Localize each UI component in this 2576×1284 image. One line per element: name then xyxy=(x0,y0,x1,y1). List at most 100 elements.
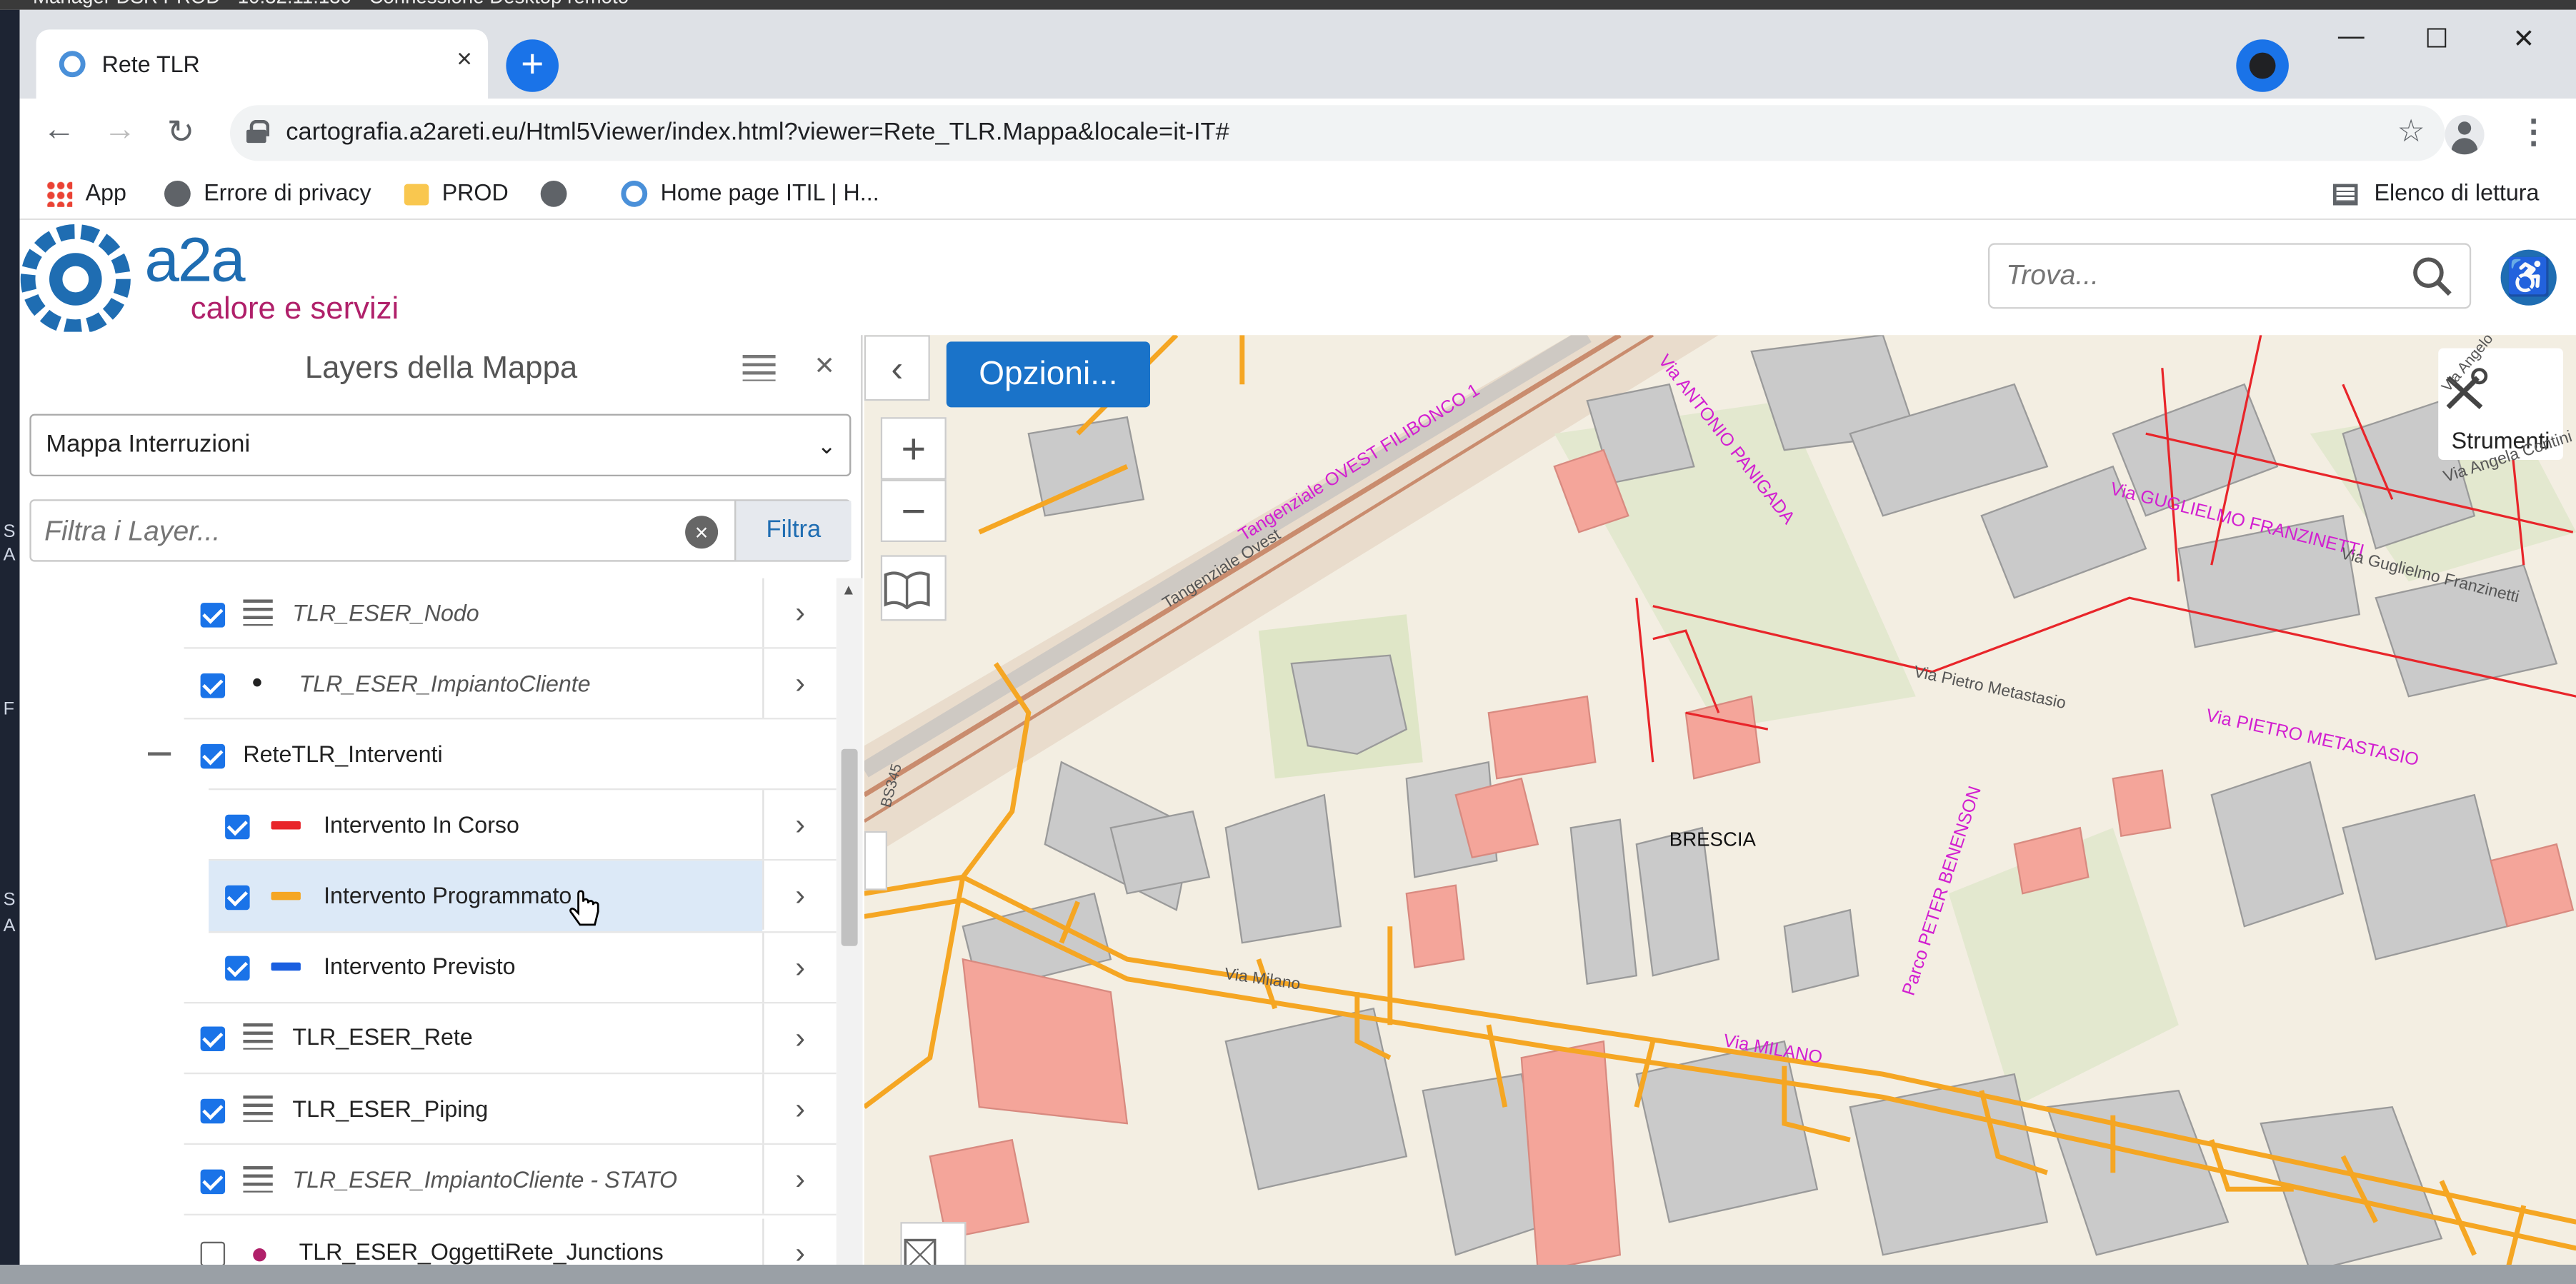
remote-desktop-titlebar: Manager DSR PROD - 10.32.11.130 - Connes… xyxy=(0,0,2576,10)
tab-bar: Rete TLR × + — ☐ ✕ xyxy=(19,9,2576,99)
layer-row-tlr-eser-rete[interactable]: TLR_ESER_Rete › xyxy=(20,1003,837,1073)
filter-button[interactable]: Filtra xyxy=(734,501,852,561)
layer-filter-input[interactable] xyxy=(44,513,669,551)
layer-group-retetlr-interventi[interactable]: ReteTLR_Interventi xyxy=(20,719,837,788)
scrollbar-thumb[interactable] xyxy=(841,748,858,946)
back-button[interactable]: ← xyxy=(39,111,79,149)
strip-letter: S xyxy=(3,522,16,542)
layer-expand-arrow[interactable]: › xyxy=(762,790,837,859)
layer-checkbox[interactable] xyxy=(225,956,250,981)
bookmark-globe[interactable] xyxy=(540,174,580,211)
search-icon[interactable] xyxy=(2410,255,2453,298)
layer-expand-arrow[interactable]: › xyxy=(762,1074,837,1143)
layer-expand-arrow[interactable]: › xyxy=(762,578,837,648)
brand-name: a2a xyxy=(144,226,245,296)
layer-row-tlr-eser-impiantocliente[interactable]: TLR_ESER_ImpiantoCliente › xyxy=(20,648,837,718)
bookmarks-bar: App Errore di privacy PROD Home page ITI… xyxy=(19,164,2576,221)
apps-grid-icon xyxy=(46,181,73,208)
layer-checkbox[interactable] xyxy=(200,1026,226,1051)
layer-expand-arrow[interactable]: › xyxy=(762,648,837,718)
layer-checkbox[interactable] xyxy=(200,1241,226,1267)
layer-name: Intervento Programmato xyxy=(324,882,572,908)
layers-panel: Layers della Mappa × Mappa Interruzioni ⌄… xyxy=(19,335,863,1284)
layer-expand-arrow[interactable]: › xyxy=(762,1145,837,1214)
url-text[interactable]: cartografia.a2areti.eu/Html5Viewer/index… xyxy=(286,119,1229,146)
map-select[interactable]: Mappa Interruzioni ⌄ xyxy=(29,413,852,476)
layer-row-intervento-programmato[interactable]: Intervento Programmato › xyxy=(20,861,837,932)
layer-row-intervento-in-corso[interactable]: Intervento In Corso › xyxy=(20,790,837,859)
panel-close-icon[interactable]: × xyxy=(815,348,834,386)
reading-list-icon xyxy=(2333,184,2358,206)
profile-avatar-icon[interactable] xyxy=(2445,115,2485,155)
reading-list-button[interactable]: Elenco di lettura xyxy=(2333,174,2539,211)
close-window-button[interactable]: ✕ xyxy=(2499,23,2548,56)
layer-checkbox[interactable] xyxy=(200,603,226,628)
browser-window: Rete TLR × + — ☐ ✕ ← → ↻ cartografia.a2a… xyxy=(19,9,2576,1284)
bookmark-label: Home page ITIL | H... xyxy=(660,179,879,206)
zoom-out-button[interactable]: − xyxy=(880,479,947,542)
divider xyxy=(184,1213,837,1215)
tab-close-icon[interactable]: × xyxy=(456,46,471,75)
bookmark-prod[interactable]: PROD xyxy=(404,174,509,211)
address-bar[interactable]: cartografia.a2areti.eu/Html5Viewer/index… xyxy=(230,105,2445,161)
accessibility-icon[interactable]: ♿ xyxy=(2500,249,2557,306)
brand-tagline: calore e servizi xyxy=(190,292,399,327)
browser-toolbar: ← → ↻ cartografia.a2areti.eu/Html5Viewer… xyxy=(19,99,2576,164)
layer-row-tlr-eser-impiantocliente-stato[interactable]: TLR_ESER_ImpiantoCliente - STATO › xyxy=(20,1145,837,1214)
layer-checkbox[interactable] xyxy=(200,743,226,769)
bookmark-app[interactable]: App xyxy=(46,174,126,211)
bookmarks-map-button[interactable] xyxy=(880,555,947,621)
reload-button[interactable]: ↻ xyxy=(161,111,200,153)
search-box[interactable] xyxy=(1988,243,2472,309)
layer-expand-arrow[interactable]: › xyxy=(762,1003,837,1073)
globe-icon xyxy=(540,181,567,208)
panel-resize-handle[interactable] xyxy=(864,831,887,891)
zoom-in-button[interactable]: + xyxy=(880,417,947,480)
new-tab-button[interactable]: + xyxy=(506,39,559,92)
layer-expand-arrow[interactable]: › xyxy=(762,933,837,1002)
layer-checkbox[interactable] xyxy=(200,673,226,698)
layer-checkbox[interactable] xyxy=(225,814,250,840)
layer-name: TLR_ESER_Rete xyxy=(292,1023,473,1050)
download-status-icon[interactable] xyxy=(2236,39,2289,92)
layer-row-intervento-previsto[interactable]: Intervento Previsto › xyxy=(20,933,837,1002)
list-icon xyxy=(243,599,273,626)
web-page: a2a calore e servizi ♿ Layers della Mapp… xyxy=(19,220,2576,1284)
panel-menu-icon[interactable] xyxy=(742,354,776,381)
tab-rete-tlr[interactable]: Rete TLR × xyxy=(36,29,489,99)
layer-expand-arrow[interactable]: › xyxy=(762,861,837,930)
tab-favicon-icon xyxy=(59,51,86,78)
layer-checkbox[interactable] xyxy=(200,1169,226,1195)
layer-name: TLR_ESER_OggettiRete_Junctions xyxy=(299,1238,664,1265)
collapse-panel-button[interactable]: ‹ xyxy=(864,335,930,401)
map-view[interactable]: ‹ Opzioni... + − Strumenti BRESCIA Via A… xyxy=(864,335,2576,1284)
layer-name: TLR_ESER_Nodo xyxy=(292,599,479,626)
panel-title: Layers della Mappa xyxy=(304,351,578,386)
minimize-button[interactable]: — xyxy=(2327,23,2376,52)
map-canvas[interactable] xyxy=(864,335,2576,1284)
itil-icon xyxy=(621,181,648,208)
forward-button[interactable]: → xyxy=(100,111,139,149)
layer-name: Intervento In Corso xyxy=(324,811,519,838)
layer-row-tlr-eser-piping[interactable]: TLR_ESER_Piping › xyxy=(20,1074,837,1143)
clear-filter-icon[interactable]: × xyxy=(685,516,719,549)
layer-row-tlr-eser-nodo[interactable]: TLR_ESER_Nodo › xyxy=(20,578,837,648)
layer-checkbox[interactable] xyxy=(200,1098,226,1124)
magenta-dot-icon xyxy=(253,1248,266,1262)
options-button[interactable]: Opzioni... xyxy=(946,341,1150,408)
strip-letter: A xyxy=(3,545,16,566)
bookmark-privacy-error[interactable]: Errore di privacy xyxy=(164,174,371,211)
globe-icon xyxy=(164,181,191,208)
bookmark-star-icon[interactable]: ☆ xyxy=(2397,114,2425,151)
layer-list-scrollbar[interactable]: ▲ ▼ xyxy=(836,578,863,1284)
bookmark-itil[interactable]: Home page ITIL | H... xyxy=(621,174,879,211)
search-input[interactable] xyxy=(2006,258,2401,294)
list-icon xyxy=(243,1023,273,1050)
layer-checkbox[interactable] xyxy=(225,885,250,911)
strip-letter: A xyxy=(3,916,16,936)
maximize-button[interactable]: ☐ xyxy=(2412,23,2461,56)
red-line-symbol-icon xyxy=(271,821,301,830)
browser-menu-icon[interactable]: ⋮ xyxy=(2517,111,2550,153)
collapse-group-icon[interactable] xyxy=(148,752,171,756)
scroll-up-icon[interactable]: ▲ xyxy=(842,581,857,598)
